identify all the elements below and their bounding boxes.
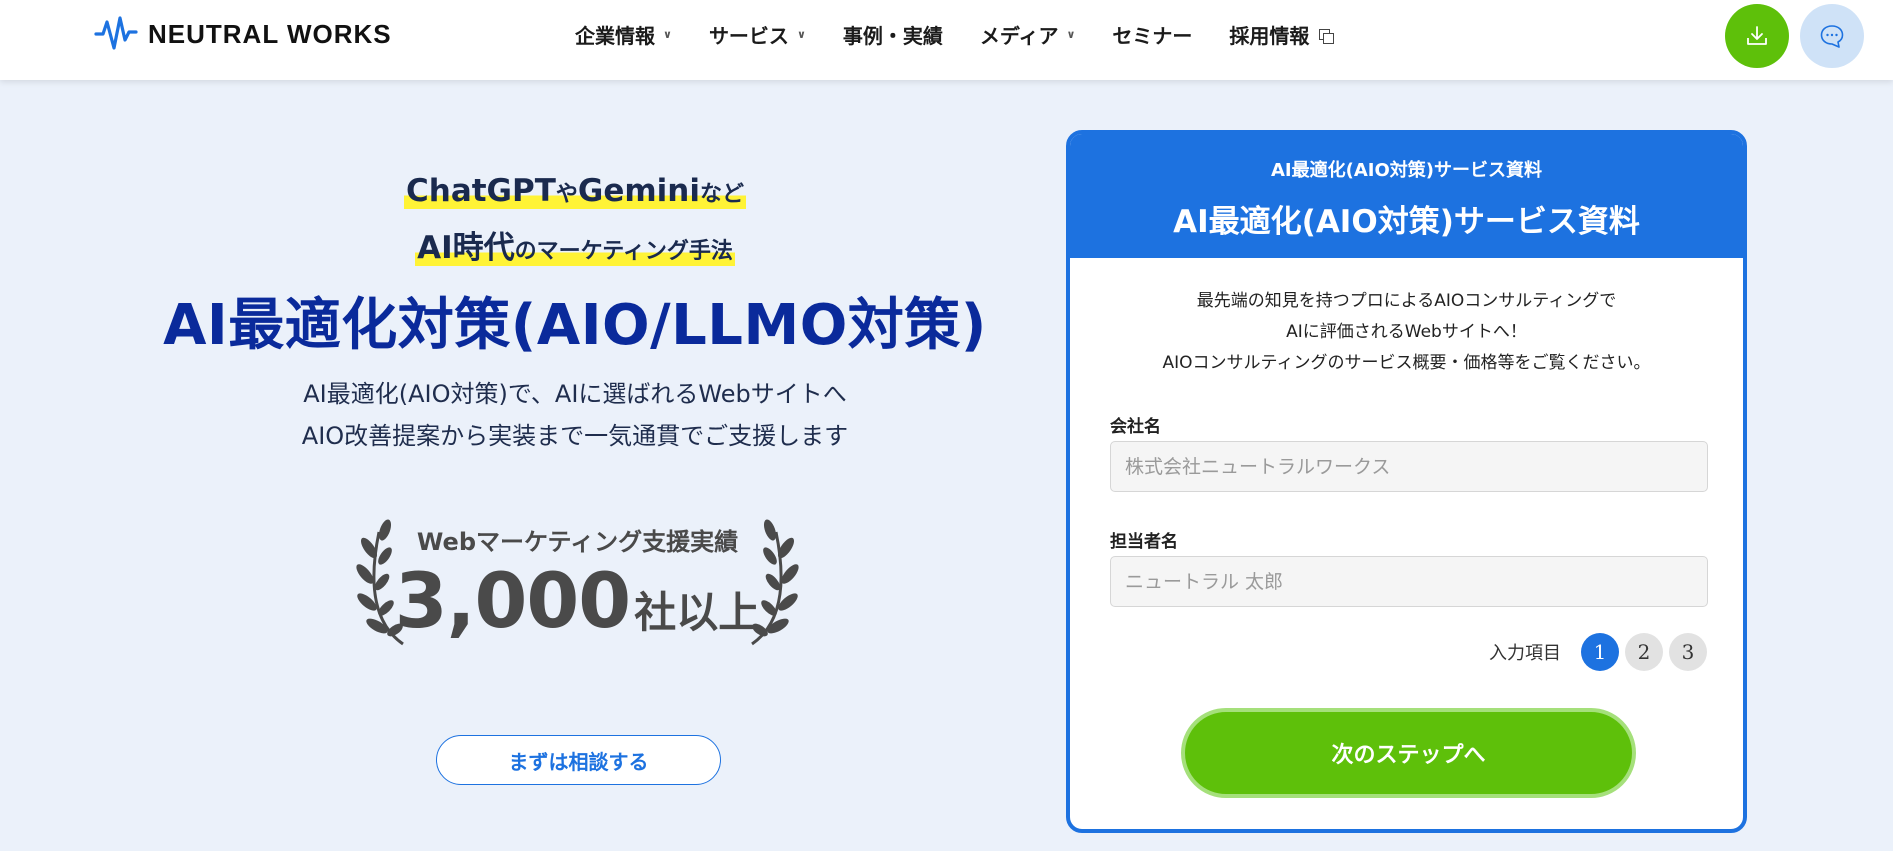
form-header: AI最適化(AIO対策)サービス資料 AI最適化(AIO対策)サービス資料 [1070,134,1743,258]
nav-item-services[interactable]: サービス ∨ [709,20,806,49]
hero-subtitle-line-1: AI最適化(AIO対策)で、AIに選ばれるWebサイトへ [303,380,847,408]
hero-subtitle-line-2: AIO改善提案から実装まで一気通貫でご支援します [301,422,849,450]
step-2: 2 [1625,633,1663,671]
nav-item-company[interactable]: 企業情報 ∨ [575,20,672,49]
brand-logo[interactable]: NEUTRAL WORKS [94,14,392,54]
achievement-unit: 社以上 [634,588,761,637]
lead-text: AI時代 [417,230,515,266]
hero-lead-line-2: AI時代のマーケティング手法 [0,222,1150,267]
nav-item-seminar[interactable]: セミナー [1112,20,1192,49]
achievement-number: 3,000 [394,556,631,645]
contact-person-label: 担当者名 [1110,532,1178,552]
contact-person-field[interactable] [1110,556,1708,607]
form-title: AI最適化(AIO対策)サービス資料 [1173,204,1640,240]
download-icon [1747,26,1767,45]
lead-text: ChatGPT [406,173,556,209]
nav-item-label: メディア [979,23,1059,48]
next-step-button[interactable]: 次のステップへ [1181,708,1636,798]
lead-highlight: ChatGPTやGeminiなど [404,173,746,209]
form-intro-line: 最先端の知見を持つプロによるAIOコンサルティングで [1196,291,1617,311]
lead-highlight: AI時代のマーケティング手法 [415,230,735,266]
achievement-count: 3,000社以上 [355,556,800,645]
form-intro-line: AIに評価されるWebサイトへ！ [1286,322,1527,342]
step-3: 3 [1669,633,1707,671]
site-header: NEUTRAL WORKS 企業情報 ∨ サービス ∨ 事例・実績 メディア ∨… [0,0,1893,80]
chevron-down-icon: ∨ [796,27,806,41]
consult-button[interactable]: まずは相談する [436,735,721,785]
nav-item-label: 採用情報 [1229,23,1310,48]
nav-item-label: 事例・実績 [842,23,943,48]
nav-item-media[interactable]: メディア ∨ [980,20,1076,49]
brand-name: NEUTRAL WORKS [148,18,392,49]
form-kicker: AI最適化(AIO対策)サービス資料 [1270,160,1542,181]
lead-text: のマーケティング手法 [514,239,733,264]
lead-text: など [699,182,744,207]
chat-bubble-icon [1820,25,1844,48]
download-button[interactable] [1725,4,1789,68]
company-name-label: 会社名 [1110,417,1161,437]
form-intro-line: AIOコンサルティングのサービス概要・価格等をご覧ください。 [1162,353,1651,373]
steps-label: 入力項目 [1489,643,1561,664]
nav-item-cases[interactable]: 事例・実績 [843,20,943,49]
hero-lead-line-1: ChatGPTやGeminiなど [0,173,1150,209]
hero-title: AI最適化対策(AIO/LLMO対策) [163,293,987,358]
contact-button[interactable] [1800,4,1864,68]
achievement-badge: Webマーケティング支援実績 3,000社以上 [355,512,800,652]
nav-item-label: 企業情報 [575,23,655,48]
document-request-form: AI最適化(AIO対策)サービス資料 AI最適化(AIO対策)サービス資料 最先… [1066,130,1747,833]
pulse-logo-icon [94,16,138,50]
step-1: 1 [1581,633,1619,671]
main-nav: 企業情報 ∨ サービス ∨ 事例・実績 メディア ∨ セミナー 採用情報 [575,18,1370,50]
nav-item-recruit[interactable]: 採用情報 [1229,20,1335,49]
form-step-indicator: 入力項目 1 2 3 [1489,633,1707,671]
lead-text: や [555,182,578,207]
lead-text: Gemini [577,173,700,209]
nav-item-label: サービス [708,23,789,48]
external-link-icon [1319,27,1335,44]
company-name-field[interactable] [1110,441,1708,492]
achievement-label: Webマーケティング支援実績 [416,528,739,556]
chevron-down-icon: ∨ [663,27,672,41]
nav-item-label: セミナー [1112,23,1193,48]
chevron-down-icon: ∨ [1066,27,1076,41]
form-intro: 最先端の知見を持つプロによるAIOコンサルティングで AIに評価されるWebサイ… [1070,286,1743,379]
